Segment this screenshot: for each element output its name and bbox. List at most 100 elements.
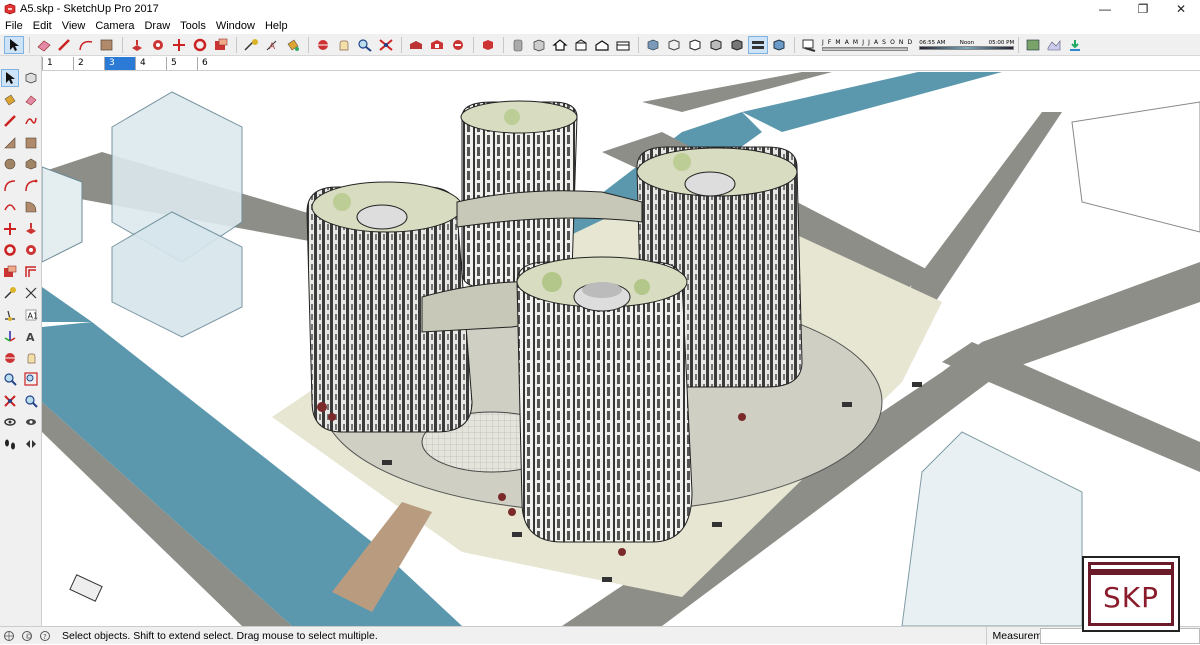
text-icon[interactable]: A1 — [22, 306, 40, 324]
scene-tab-2[interactable]: 2 — [73, 56, 104, 70]
move-icon[interactable] — [169, 36, 189, 54]
push-pull-icon[interactable] — [127, 36, 147, 54]
zoom-icon[interactable] — [355, 36, 375, 54]
orbit-icon[interactable] — [313, 36, 333, 54]
extension-icon[interactable] — [427, 36, 447, 54]
close-button[interactable]: ✕ — [1162, 0, 1200, 18]
scene-tab-5[interactable]: 5 — [166, 56, 197, 70]
back-view-icon[interactable] — [613, 36, 633, 54]
textured-icon[interactable] — [727, 36, 747, 54]
section-icon[interactable] — [1023, 36, 1043, 54]
box-icon[interactable] — [529, 36, 549, 54]
paint-bucket-icon[interactable] — [1, 91, 19, 109]
menu-help[interactable]: Help — [260, 20, 293, 32]
pan-icon[interactable] — [22, 349, 40, 367]
axes-icon[interactable] — [1, 327, 19, 345]
credits-icon[interactable]: © — [18, 629, 36, 643]
hidden-line-icon[interactable] — [685, 36, 705, 54]
eraser-icon[interactable] — [34, 36, 54, 54]
date-slider[interactable] — [822, 46, 908, 51]
paint-bucket-icon[interactable] — [283, 36, 303, 54]
make-component-icon[interactable] — [22, 69, 40, 87]
move-icon[interactable] — [1, 220, 19, 238]
walk-icon[interactable] — [1, 435, 19, 453]
menu-file[interactable]: File — [0, 20, 28, 32]
menu-edit[interactable]: Edit — [28, 20, 57, 32]
sky-icon[interactable] — [769, 36, 789, 54]
minimize-button[interactable]: — — [1086, 0, 1124, 18]
scene-tab-1[interactable]: 1 — [42, 56, 73, 70]
scene-tabs: 1 2 3 4 5 6 — [42, 56, 1200, 71]
pan-icon[interactable] — [334, 36, 354, 54]
scene-tab-3[interactable]: 3 — [104, 56, 135, 70]
download-icon[interactable] — [1065, 36, 1085, 54]
warehouse-icon[interactable] — [406, 36, 426, 54]
3d-text-icon[interactable]: A — [22, 327, 40, 345]
house-icon[interactable] — [550, 36, 570, 54]
section-plane-icon[interactable] — [22, 435, 40, 453]
pie-icon[interactable] — [22, 177, 40, 195]
monochrome-icon[interactable] — [748, 35, 768, 54]
polygon-icon[interactable] — [22, 155, 40, 173]
zoom-extents-icon[interactable] — [1, 392, 19, 410]
rectangle-icon[interactable] — [1, 134, 19, 152]
menu-bar: File Edit View Camera Draw Tools Window … — [0, 18, 1200, 34]
menu-draw[interactable]: Draw — [139, 20, 175, 32]
geo-location-icon[interactable] — [0, 629, 18, 643]
components-icon[interactable] — [478, 36, 498, 54]
layers-icon[interactable] — [508, 36, 528, 54]
zoom-icon[interactable] — [1, 370, 19, 388]
scene-tab-6[interactable]: 6 — [197, 56, 228, 70]
shadows-icon[interactable] — [799, 36, 819, 54]
shaded-icon[interactable] — [706, 36, 726, 54]
arc-icon[interactable] — [76, 36, 96, 54]
select-icon[interactable] — [1, 69, 19, 87]
push-pull-icon[interactable] — [22, 220, 40, 238]
menu-camera[interactable]: Camera — [90, 20, 139, 32]
tape-measure-icon[interactable] — [1, 284, 19, 302]
look-around-icon[interactable] — [22, 413, 40, 431]
position-camera-icon[interactable] — [1, 413, 19, 431]
orbit-icon[interactable] — [1, 349, 19, 367]
rotate-icon[interactable] — [1, 241, 19, 259]
three-point-arc-icon[interactable] — [22, 198, 40, 216]
arc-icon[interactable] — [1, 177, 19, 195]
rotated-rectangle-icon[interactable] — [22, 134, 40, 152]
freehand-icon[interactable] — [22, 112, 40, 130]
zoom-extents-icon[interactable] — [376, 36, 396, 54]
dimension-icon[interactable] — [22, 284, 40, 302]
text-icon[interactable]: A — [262, 36, 282, 54]
menu-tools[interactable]: Tools — [175, 20, 211, 32]
instructor-icon[interactable]: ? — [36, 629, 54, 643]
circle-icon[interactable] — [1, 155, 19, 173]
time-slider[interactable] — [919, 45, 1015, 50]
svg-text:A: A — [269, 42, 276, 52]
rotate-icon[interactable] — [190, 36, 210, 54]
model-viewport[interactable] — [42, 72, 1200, 626]
share-icon[interactable] — [448, 36, 468, 54]
scale-icon[interactable] — [211, 36, 231, 54]
xray-icon[interactable] — [643, 36, 663, 54]
follow-me-icon[interactable] — [22, 241, 40, 259]
front-view-icon[interactable] — [571, 36, 591, 54]
maximize-button[interactable]: ❐ — [1124, 0, 1162, 18]
wireframe-icon[interactable] — [664, 36, 684, 54]
sandbox-icon[interactable] — [1044, 36, 1064, 54]
pencil-icon[interactable] — [1, 112, 19, 130]
eraser-icon[interactable] — [22, 91, 40, 109]
menu-window[interactable]: Window — [211, 20, 260, 32]
tape-measure-icon[interactable] — [241, 36, 261, 54]
pencil-icon[interactable] — [55, 36, 75, 54]
scale-icon[interactable] — [1, 263, 19, 281]
zoom-window-icon[interactable] — [22, 370, 40, 388]
menu-view[interactable]: View — [57, 20, 91, 32]
two-point-arc-icon[interactable] — [1, 198, 19, 216]
offset-icon[interactable] — [22, 263, 40, 281]
follow-me-icon[interactable] — [148, 36, 168, 54]
select-icon[interactable] — [4, 35, 24, 54]
top-view-icon[interactable] — [592, 36, 612, 54]
scene-tab-4[interactable]: 4 — [135, 56, 166, 70]
protractor-icon[interactable] — [1, 306, 19, 324]
previous-icon[interactable] — [22, 392, 40, 410]
shape-icon[interactable] — [97, 36, 117, 54]
